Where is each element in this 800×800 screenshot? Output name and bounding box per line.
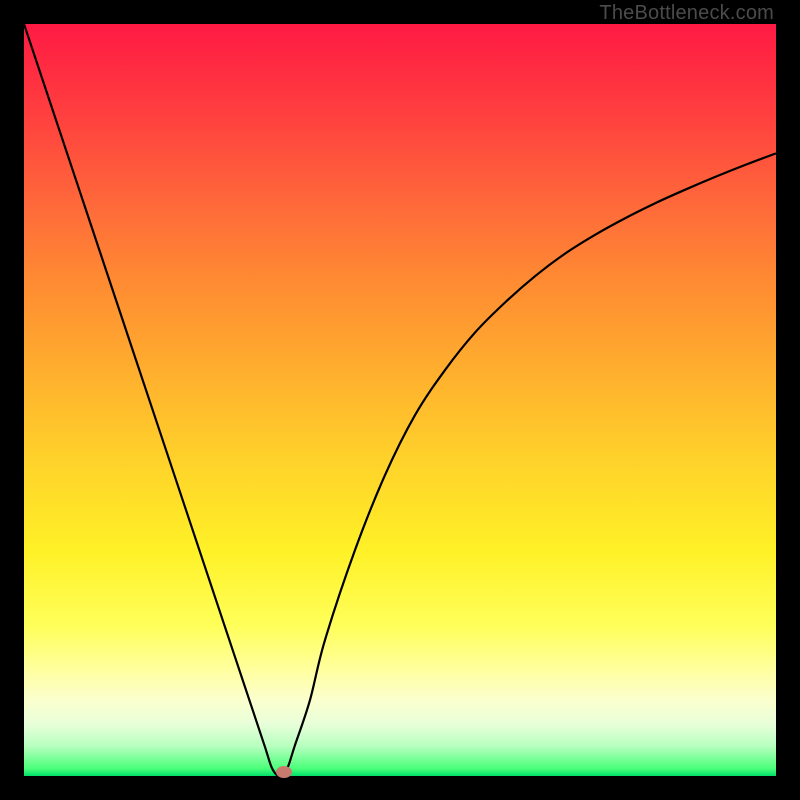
bottleneck-curve [24, 24, 776, 776]
optimal-point-marker [276, 766, 292, 778]
chart-frame [0, 0, 800, 800]
chart-plot-area [24, 24, 776, 776]
watermark-text: TheBottleneck.com [599, 2, 774, 25]
